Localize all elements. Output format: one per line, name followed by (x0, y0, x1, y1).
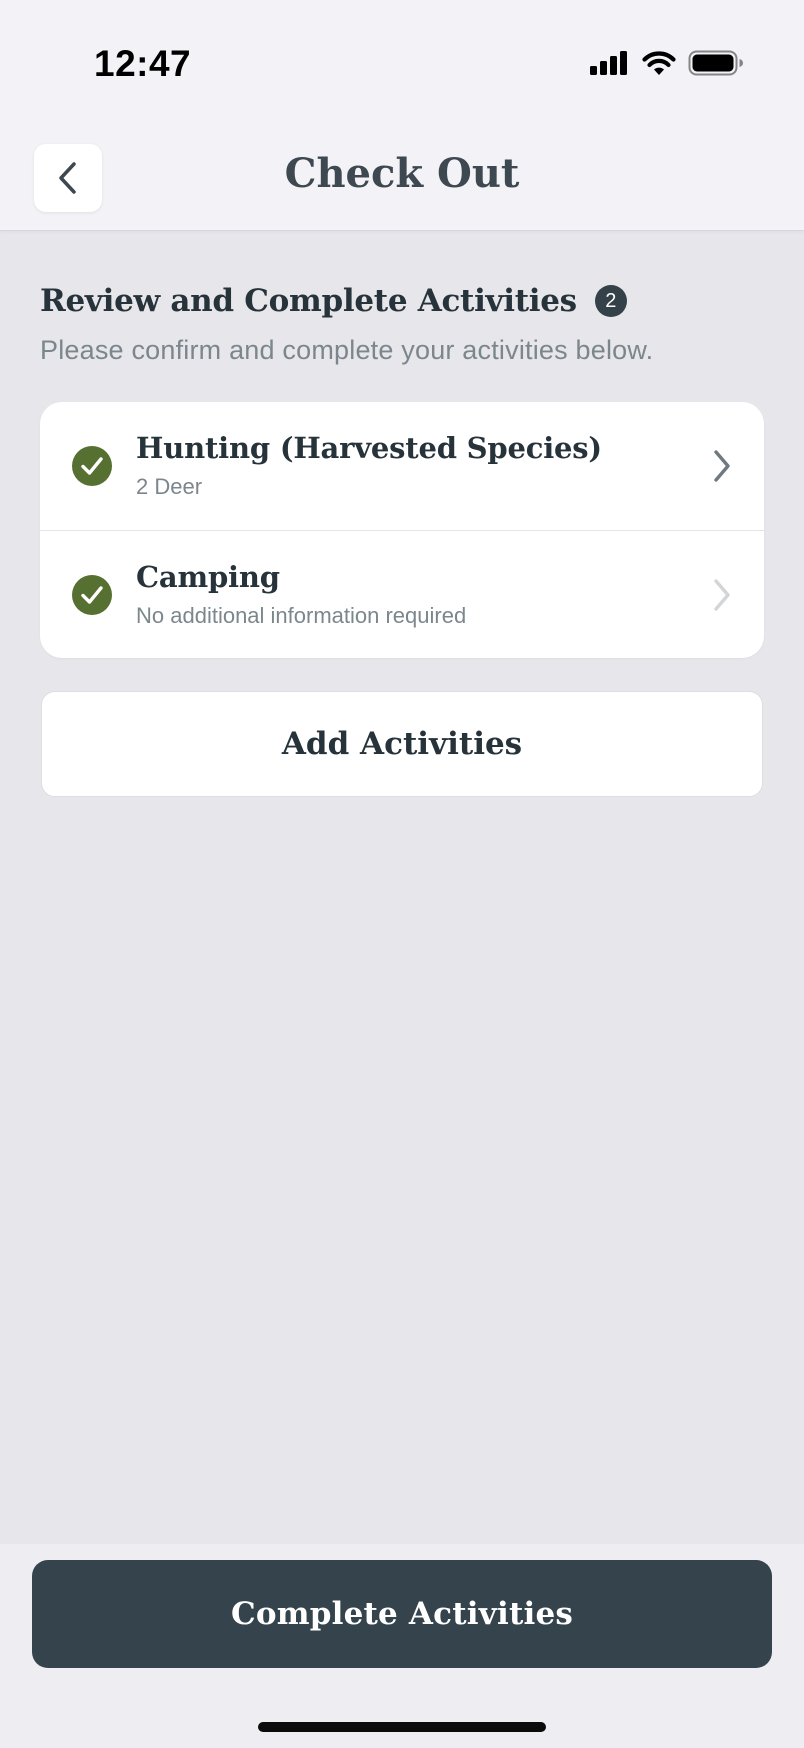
activity-count-badge: 2 (594, 285, 627, 317)
chevron-right-icon (714, 450, 730, 482)
activity-subtitle: No additional information required (136, 603, 467, 628)
add-activities-button[interactable]: Add Activities (41, 691, 763, 797)
activities-list: Hunting (Harvested Species) 2 Deer Campi… (40, 402, 764, 658)
battery-icon (688, 50, 743, 76)
check-circle-icon (72, 446, 112, 486)
activity-title: Camping (136, 560, 280, 594)
section-subtitle: Please confirm and complete your activit… (40, 335, 654, 365)
page-title: Check Out (284, 150, 520, 197)
wifi-icon (642, 51, 676, 75)
header-area: 12:47 Check Out (0, 0, 804, 231)
activity-item-camping[interactable]: Camping No additional information requir… (40, 530, 764, 658)
status-bar: 12:47 (0, 0, 804, 130)
home-indicator (258, 1722, 546, 1732)
activity-subtitle: 2 Deer (136, 474, 203, 499)
activity-title: Hunting (Harvested Species) (136, 431, 602, 465)
checkout-screen: 12:47 Check Out Review and Complete Acti… (0, 0, 804, 1748)
status-icons (590, 50, 744, 76)
section-header: Review and Complete Activities 2 (40, 283, 627, 319)
activity-item-hunting[interactable]: Hunting (Harvested Species) 2 Deer (40, 402, 764, 530)
status-time: 12:47 (94, 43, 192, 84)
complete-activities-button[interactable]: Complete Activities (32, 1560, 772, 1668)
check-circle-icon (72, 575, 112, 615)
section-title: Review and Complete Activities (40, 283, 577, 319)
chevron-right-icon (714, 579, 730, 611)
signal-icon (590, 51, 627, 75)
